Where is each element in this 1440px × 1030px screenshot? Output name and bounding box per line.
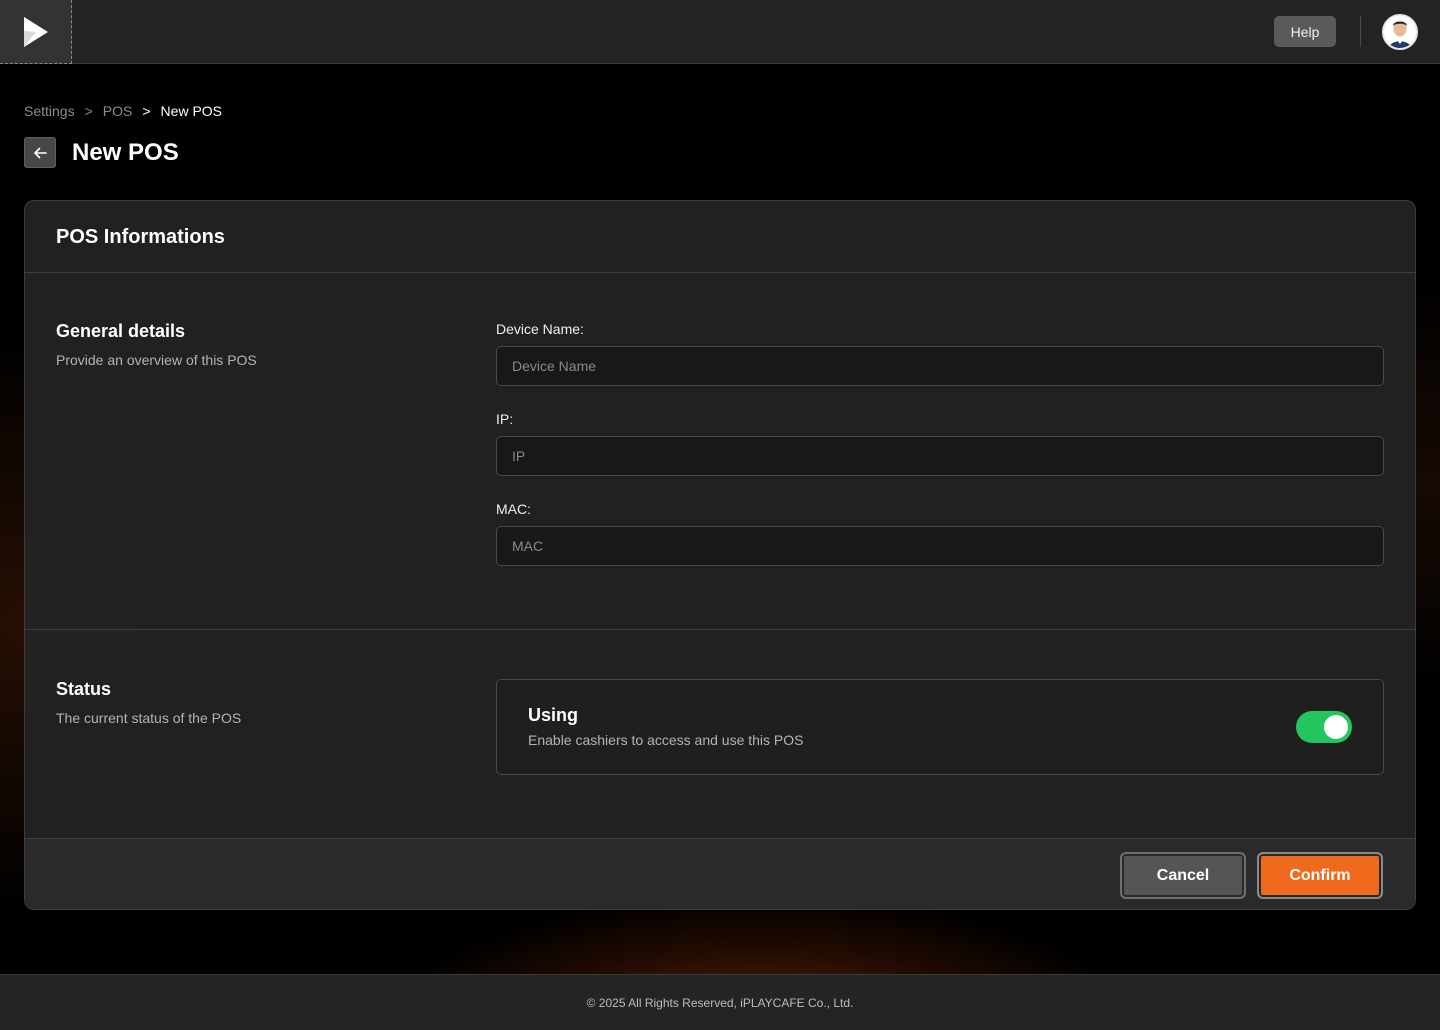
user-avatar-icon [1384, 16, 1416, 48]
arrow-left-icon [34, 147, 47, 158]
status-option-description: Enable cashiers to access and use this P… [528, 732, 804, 748]
cancel-button[interactable]: Cancel [1120, 852, 1246, 899]
breadcrumb-separator: > [142, 103, 151, 119]
page-footer: © 2025 All Rights Reserved, iPLAYCAFE Co… [0, 974, 1440, 1030]
breadcrumb-settings[interactable]: Settings [24, 103, 75, 119]
mac-input[interactable] [496, 526, 1384, 566]
page-title: New POS [72, 139, 179, 166]
logo[interactable] [0, 0, 72, 64]
device-name-input[interactable] [496, 346, 1384, 386]
general-section-title: General details [56, 321, 186, 341]
top-bar: Help [0, 0, 1440, 64]
mac-label: MAC: [496, 501, 531, 517]
pos-form-card: POS Informations General details Provide… [24, 200, 1416, 910]
status-section-title: Status [56, 679, 112, 699]
breadcrumb: Settings > POS > New POS [24, 103, 222, 119]
general-section-description: Provide an overview of this POS [56, 352, 257, 368]
divider [1360, 16, 1361, 47]
section-divider [25, 629, 1415, 630]
help-button[interactable]: Help [1274, 16, 1336, 47]
back-button[interactable] [24, 137, 56, 168]
status-option-title: Using [528, 705, 579, 725]
breadcrumb-separator: > [84, 103, 93, 119]
confirm-button[interactable]: Confirm [1257, 852, 1383, 899]
card-title: POS Informations [56, 226, 225, 248]
breadcrumb-pos[interactable]: POS [103, 103, 133, 119]
toggle-knob [1324, 715, 1348, 739]
card-footer: Cancel Confirm [25, 838, 1415, 909]
status-section-description: The current status of the POS [56, 710, 242, 726]
play-logo-icon [23, 16, 48, 47]
using-toggle[interactable] [1296, 711, 1352, 743]
status-option: Using Enable cashiers to access and use … [496, 679, 1384, 775]
copyright-text: © 2025 All Rights Reserved, iPLAYCAFE Co… [586, 995, 854, 1010]
device-name-label: Device Name: [496, 321, 584, 337]
ip-label: IP: [496, 411, 514, 427]
card-header: POS Informations [25, 201, 1415, 273]
ip-input[interactable] [496, 436, 1384, 476]
breadcrumb-current: New POS [160, 103, 223, 119]
user-avatar[interactable] [1382, 14, 1418, 50]
